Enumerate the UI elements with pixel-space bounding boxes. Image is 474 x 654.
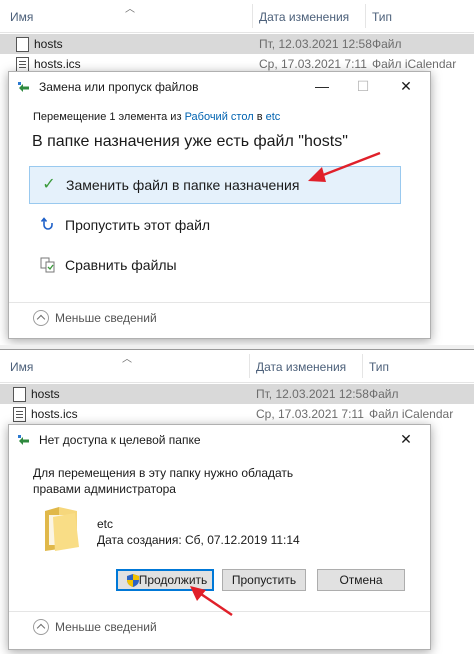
file-icon: [16, 37, 29, 52]
file-list-header: Имя ︿ Дата изменения Тип: [0, 0, 474, 33]
compare-files-option[interactable]: Сравнить файлы: [29, 247, 401, 285]
chevron-up-icon: [33, 310, 49, 326]
dialog-title: Замена или пропуск файлов: [39, 80, 199, 94]
file-type: Файл: [372, 37, 402, 51]
conflict-heading: В папке назначения уже есть файл "hosts": [32, 133, 348, 150]
minimize-icon[interactable]: —: [313, 78, 331, 94]
column-separator[interactable]: [365, 4, 366, 28]
file-name: hosts.ics: [31, 407, 78, 421]
column-separator[interactable]: [252, 4, 253, 28]
maximize-icon: ☐: [356, 78, 370, 94]
compare-files-icon: [40, 257, 55, 273]
file-icon: [13, 387, 26, 402]
move-to-text: в: [256, 111, 263, 123]
skip-arrow-icon: [40, 217, 53, 230]
replace-file-option[interactable]: ✓ Заменить файл в папке назначения: [29, 166, 401, 204]
file-row[interactable]: hosts Пт, 12.03.2021 12:58 Файл: [0, 384, 474, 404]
less-details-label: Меньше сведений: [55, 620, 157, 634]
cancel-label: Отмена: [339, 573, 383, 587]
file-name: hosts.ics: [34, 57, 81, 71]
no-access-dialog: Нет доступа к целевой папке ✕ Для переме…: [8, 424, 431, 650]
column-header-name[interactable]: Имя: [10, 360, 33, 374]
destination-folder-link[interactable]: etc: [266, 111, 281, 123]
file-copy-icon: [18, 82, 29, 92]
column-separator[interactable]: [249, 354, 250, 378]
checkmark-icon: ✓: [42, 176, 56, 193]
close-icon[interactable]: ✕: [397, 78, 415, 95]
uac-shield-icon: [127, 574, 139, 587]
column-header-date[interactable]: Дата изменения: [259, 10, 349, 24]
file-date: Ср, 17.03.2021 7:11: [259, 57, 367, 71]
cancel-button[interactable]: Отмена: [317, 569, 405, 591]
option-label: Пропустить этот файл: [65, 217, 211, 233]
close-icon[interactable]: ✕: [397, 431, 415, 448]
option-label: Сравнить файлы: [65, 257, 177, 273]
file-row[interactable]: hosts Пт, 12.03.2021 12:58 Файл: [0, 34, 474, 54]
sort-up-icon: ︿: [122, 354, 132, 365]
less-details-label: Меньше сведений: [55, 311, 157, 325]
file-row[interactable]: hosts.ics Ср, 17.03.2021 7:11 Файл iCale…: [0, 404, 474, 424]
column-header-type[interactable]: Тип: [372, 10, 392, 24]
file-date: Пт, 12.03.2021 12:58: [259, 37, 372, 51]
column-header-date[interactable]: Дата изменения: [256, 360, 346, 374]
chevron-up-icon: [33, 619, 49, 635]
folder-created-date: Дата создания: Сб, 07.12.2019 11:14: [97, 533, 300, 547]
file-date: Пт, 12.03.2021 12:58: [256, 387, 369, 401]
source-folder-link[interactable]: Рабочий стол: [185, 111, 254, 123]
skip-button[interactable]: Пропустить: [222, 569, 306, 591]
sort-up-icon: ︿: [125, 4, 135, 15]
folder-icon: [45, 507, 79, 551]
folder-name: etc: [97, 517, 114, 531]
replace-files-dialog: Замена или пропуск файлов — ☐ ✕ Перемеще…: [8, 71, 431, 339]
option-label: Заменить файл в папке назначения: [66, 177, 300, 193]
explorer-window-bottom: Имя ︿ Дата изменения Тип hosts Пт, 12.03…: [0, 349, 474, 654]
dialog-title-bar[interactable]: Замена или пропуск файлов — ☐ ✕: [9, 72, 430, 102]
column-separator[interactable]: [362, 354, 363, 378]
file-name: hosts: [34, 37, 63, 51]
file-name: hosts: [31, 387, 60, 401]
footer-divider: [9, 302, 430, 303]
explorer-window-top: Имя ︿ Дата изменения Тип hosts Пт, 12.03…: [0, 0, 474, 345]
calendar-file-icon: [16, 57, 29, 72]
skip-file-option[interactable]: Пропустить этот файл: [29, 207, 401, 245]
column-header-name[interactable]: Имя: [10, 10, 33, 24]
file-type: Файл iCalendar: [372, 57, 457, 71]
move-prefix: Перемещение 1 элемента из: [33, 111, 182, 123]
skip-label: Пропустить: [231, 573, 297, 587]
calendar-file-icon: [13, 407, 26, 422]
file-date: Ср, 17.03.2021 7:11: [256, 407, 364, 421]
dialog-title-bar[interactable]: Нет доступа к целевой папке ✕: [9, 425, 430, 455]
dialog-title: Нет доступа к целевой папке: [39, 433, 201, 447]
file-list-header: Имя ︿ Дата изменения Тип: [0, 350, 474, 383]
file-copy-icon: [18, 435, 29, 445]
continue-button[interactable]: Продолжить: [116, 569, 214, 591]
column-header-type[interactable]: Тип: [369, 360, 389, 374]
admin-rights-message: Для перемещения в эту папку нужно облада…: [33, 466, 294, 496]
footer-divider: [9, 611, 430, 612]
move-description: Перемещение 1 элемента из Рабочий стол в…: [33, 111, 280, 123]
file-type: Файл iCalendar: [369, 407, 454, 421]
file-type: Файл: [369, 387, 399, 401]
